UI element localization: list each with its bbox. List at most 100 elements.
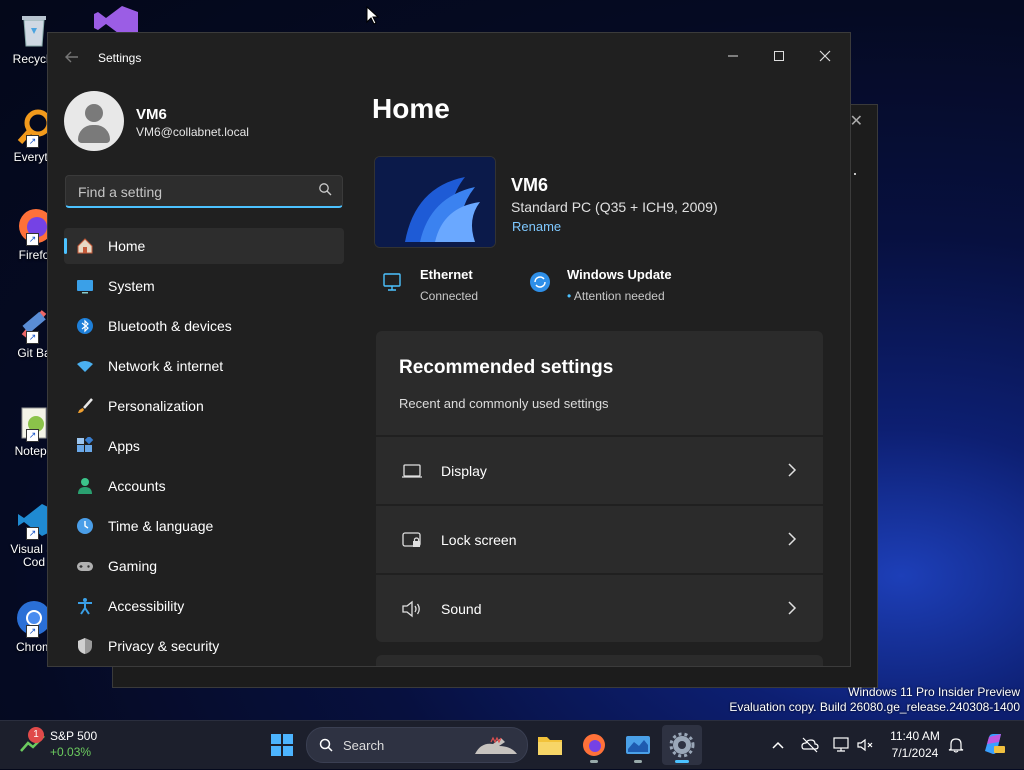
shortcut-arrow-icon: ↗ [26,135,39,148]
firefox-icon [583,734,605,756]
display-icon [402,464,422,478]
network-wired-icon[interactable] [832,735,852,755]
active-indicator [64,238,67,254]
settings-window[interactable]: Settings VM6 VM6@collabnet.local Home Sy… [47,32,851,667]
clock-time[interactable]: 11:40 AM [880,729,950,743]
back-arrow-icon[interactable] [64,49,80,65]
sidebar-item-system[interactable]: System [64,268,344,304]
windows-update-status[interactable]: Windows Update • Attention needed [529,265,689,305]
notification-bell-icon[interactable] [946,735,966,755]
maximize-icon [774,51,784,61]
sidebar-item-bluetooth[interactable]: Bluetooth & devices [64,308,344,344]
ethernet-status[interactable]: Ethernet Connected [382,265,522,305]
sidebar-item-label: Accounts [108,478,166,494]
start-button[interactable] [262,725,302,765]
cloud-off-icon[interactable] [800,735,820,755]
recommended-settings-card: Recommended settings Recent and commonly… [376,331,823,643]
recommended-title: Recommended settings [399,357,614,378]
title-bar[interactable]: Settings [48,33,850,81]
bluetooth-icon [77,318,93,334]
search-icon[interactable] [318,182,332,196]
search-box[interactable] [65,175,343,208]
rename-link[interactable]: Rename [512,219,561,234]
recommended-item-label: Lock screen [441,532,517,548]
volume-muted-icon[interactable] [856,735,876,755]
taskbar-search[interactable]: Search [306,727,528,763]
device-model: Standard PC (Q35 + ICH9, 2009) [511,199,718,215]
watermark-line: Windows 11 Pro Insider Preview [848,685,1020,699]
sidebar-item-apps[interactable]: Apps [64,428,344,464]
sidebar-item-privacy[interactable]: Privacy & security [64,628,344,664]
windows-update-icon [530,272,550,292]
active-indicator [675,760,689,763]
shortcut-arrow-icon: ↗ [26,233,39,246]
shortcut-arrow-icon: ↗ [26,331,39,344]
sidebar-item-gaming[interactable]: Gaming [64,548,344,584]
minimize-button[interactable] [710,41,756,73]
avatar[interactable] [64,91,124,151]
chevron-right-icon [788,601,797,615]
recommended-item-label: Display [441,463,487,479]
taskbar-app[interactable] [618,725,658,765]
app-title: Settings [98,51,142,65]
sidebar-item-accounts[interactable]: Accounts [64,468,344,504]
ethernet-status-text: Connected [420,289,479,303]
search-icon [319,738,333,752]
recommended-header: Recommended settings Recent and commonly… [376,331,823,435]
close-button[interactable] [802,41,848,73]
sidebar-item-accessibility[interactable]: Accessibility [64,588,344,624]
search-highlight-dinosaur-icon [475,736,517,754]
shortcut-arrow-icon: ↗ [26,625,39,638]
sound-icon [402,600,420,618]
taskbar-settings[interactable] [662,725,702,765]
accessibility-icon [78,598,92,615]
folder-icon [538,737,562,755]
device-name: VM6 [511,175,549,195]
close-icon[interactable]: ✕ [850,111,863,131]
windows-logo-icon [271,734,293,756]
sidebar-item-time-language[interactable]: Time & language [64,508,344,544]
windows-update-title: Windows Update [567,267,672,282]
page-title: Home [372,93,450,124]
sidebar-item-label: Bluetooth & devices [108,318,232,334]
maximize-button[interactable] [756,41,802,73]
sidebar-item-label: Accessibility [108,598,185,614]
running-indicator [590,760,598,763]
network-icon [77,361,93,372]
clock-globe-icon [77,518,93,534]
gamepad-icon [77,562,93,571]
recommended-item-sound[interactable]: Sound [376,575,823,642]
chevron-up-icon[interactable] [768,735,788,755]
profile-email: VM6@collabnet.local [136,125,249,139]
taskbar-file-explorer[interactable] [530,725,570,765]
sidebar-item-label: Personalization [108,398,204,414]
sidebar-item-label: Apps [108,438,140,454]
sidebar-item-label: Time & language [108,518,214,534]
shortcut-arrow-icon: ↗ [26,527,39,540]
minimize-icon [728,55,738,57]
taskbar-firefox[interactable] [574,725,614,765]
sidebar-item-personalization[interactable]: Personalization [64,388,344,424]
device-wallpaper-thumbnail [374,156,496,248]
sidebar-nav: Home System Bluetooth & devices Network … [64,228,344,666]
mouse-cursor-icon [366,5,380,31]
copilot-icon[interactable] [980,731,1006,757]
recommended-item-display[interactable]: Display [376,437,823,504]
profile-name: VM6 [136,106,167,123]
recommended-item-label: Sound [441,601,482,617]
attention-dot: • [567,289,574,303]
sidebar-item-network[interactable]: Network & internet [64,348,344,384]
clock-date[interactable]: 7/1/2024 [880,746,950,760]
brush-icon [78,398,93,413]
close-icon [819,50,831,62]
taskbar-search-label: Search [343,738,385,753]
windows-watermark: Windows 11 Pro Insider Preview Evaluatio… [729,685,1020,715]
sidebar-item-home[interactable]: Home [64,228,344,264]
search-input[interactable] [76,181,316,203]
watermark-line: Evaluation copy. Build 26080.ge_release.… [729,700,1020,714]
stock-change: +0.03% [50,745,92,759]
running-indicator [634,760,642,763]
recommended-item-lock-screen[interactable]: Lock screen [376,506,823,573]
sidebar-item-label: Network & internet [108,358,224,374]
chevron-right-icon [788,463,797,477]
